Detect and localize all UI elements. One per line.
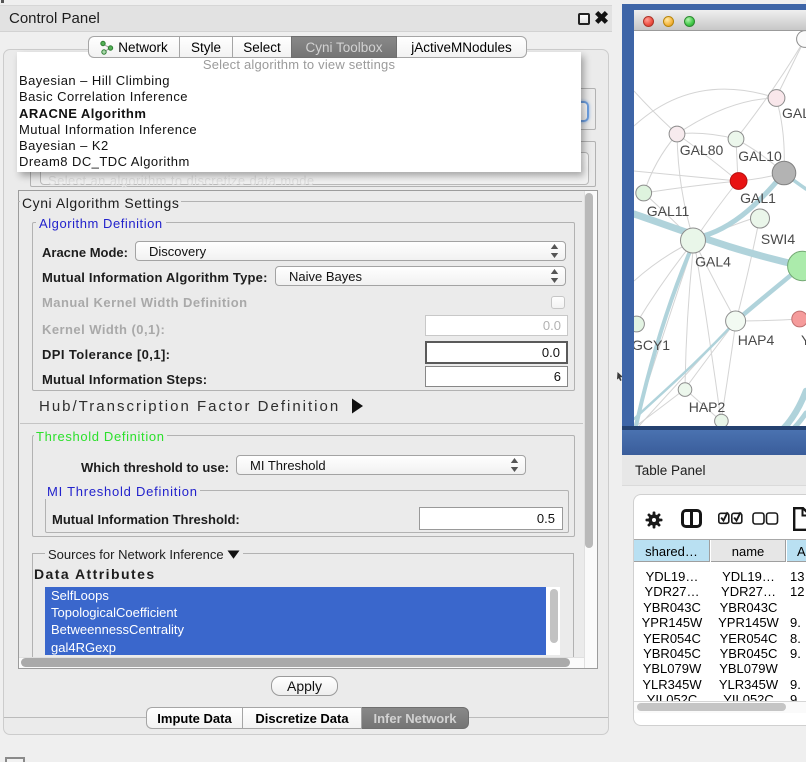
svg-text:GAL2: GAL2 [782, 105, 806, 121]
svg-text:GAL1: GAL1 [740, 190, 776, 206]
svg-text:GAL4: GAL4 [695, 254, 731, 270]
svg-text:HAP4: HAP4 [738, 332, 775, 348]
svg-text:GAL80: GAL80 [680, 142, 724, 158]
svg-text:GAL10: GAL10 [738, 148, 782, 164]
svg-text:Y: Y [801, 332, 806, 348]
svg-text:GCY1: GCY1 [634, 337, 670, 353]
svg-text:GAL11: GAL11 [647, 203, 690, 219]
svg-text:HAP2: HAP2 [689, 399, 726, 415]
svg-text:SWI4: SWI4 [761, 231, 795, 247]
